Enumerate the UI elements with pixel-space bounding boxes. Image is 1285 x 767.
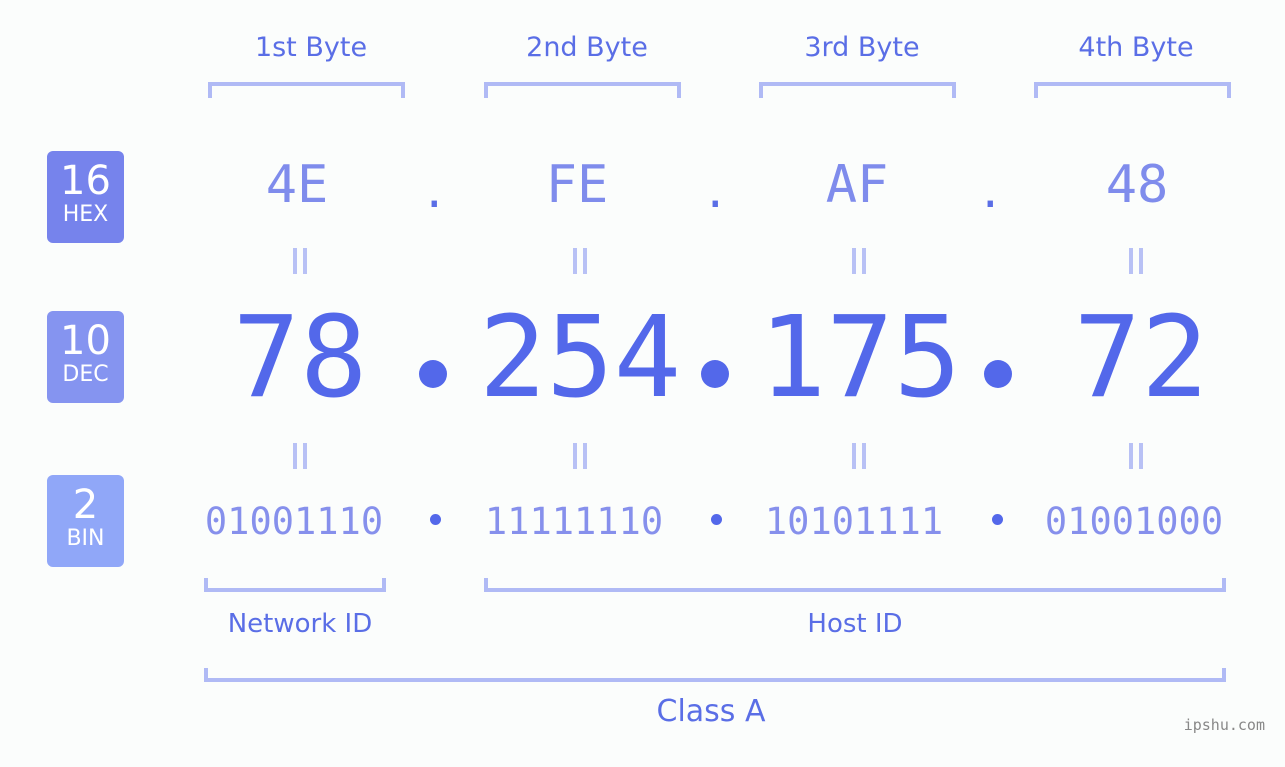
bin-separator-3 [992, 514, 1003, 525]
hex-badge: 16 HEX [47, 151, 124, 243]
hex-value-4: 48 [1105, 155, 1169, 215]
bin-value-2: 11111110 [484, 500, 664, 543]
byte-bracket-4 [1034, 82, 1231, 98]
bin-separator-2 [711, 514, 722, 525]
class-label: Class A [656, 694, 766, 729]
equals-icon [849, 443, 869, 469]
bin-value-3: 10101111 [764, 500, 944, 543]
hex-badge-label: HEX [62, 202, 109, 227]
dec-badge-label: DEC [62, 362, 109, 387]
byte-label-2: 2nd Byte [526, 32, 648, 63]
dec-value-1: 78 [232, 293, 368, 423]
hex-value-1: 4E [265, 155, 329, 215]
byte-label-1: 1st Byte [254, 32, 368, 63]
hex-badge-base: 16 [60, 158, 111, 204]
dec-separator-2 [701, 360, 729, 388]
byte-label-4: 4th Byte [1078, 32, 1194, 63]
byte-label-3: 3rd Byte [804, 32, 920, 63]
host-id-bracket [484, 578, 1226, 592]
hex-separator-2: . [707, 160, 724, 220]
hex-separator-1: . [426, 160, 443, 220]
equals-icon [290, 443, 310, 469]
equals-icon [570, 443, 590, 469]
host-id-label: Host ID [807, 609, 903, 639]
bin-separator-1 [430, 514, 441, 525]
dec-separator-3 [984, 360, 1012, 388]
network-id-bracket [204, 578, 386, 592]
equals-icon [570, 248, 590, 274]
bin-badge-base: 2 [72, 482, 99, 528]
dec-value-2: 254 [478, 293, 682, 423]
class-bracket [204, 668, 1226, 682]
equals-icon [1126, 248, 1146, 274]
equals-icon [290, 248, 310, 274]
dec-value-3: 175 [758, 293, 962, 423]
bin-value-4: 01001000 [1044, 500, 1224, 543]
hex-value-3: AF [825, 155, 889, 215]
bin-value-1: 01001110 [204, 500, 384, 543]
dec-badge-base: 10 [60, 318, 111, 364]
byte-bracket-1 [208, 82, 405, 98]
bin-badge-label: BIN [66, 526, 105, 551]
hex-value-2: FE [545, 155, 609, 215]
byte-bracket-3 [759, 82, 956, 98]
hex-separator-3: . [982, 160, 999, 220]
network-id-label: Network ID [227, 609, 373, 639]
dec-value-4: 72 [1073, 293, 1209, 423]
bin-badge: 2 BIN [47, 475, 124, 567]
equals-icon [1126, 443, 1146, 469]
equals-icon [849, 248, 869, 274]
dec-separator-1 [419, 360, 447, 388]
dec-badge: 10 DEC [47, 311, 124, 403]
byte-bracket-2 [484, 82, 681, 98]
watermark: ipshu.com [1183, 716, 1265, 734]
